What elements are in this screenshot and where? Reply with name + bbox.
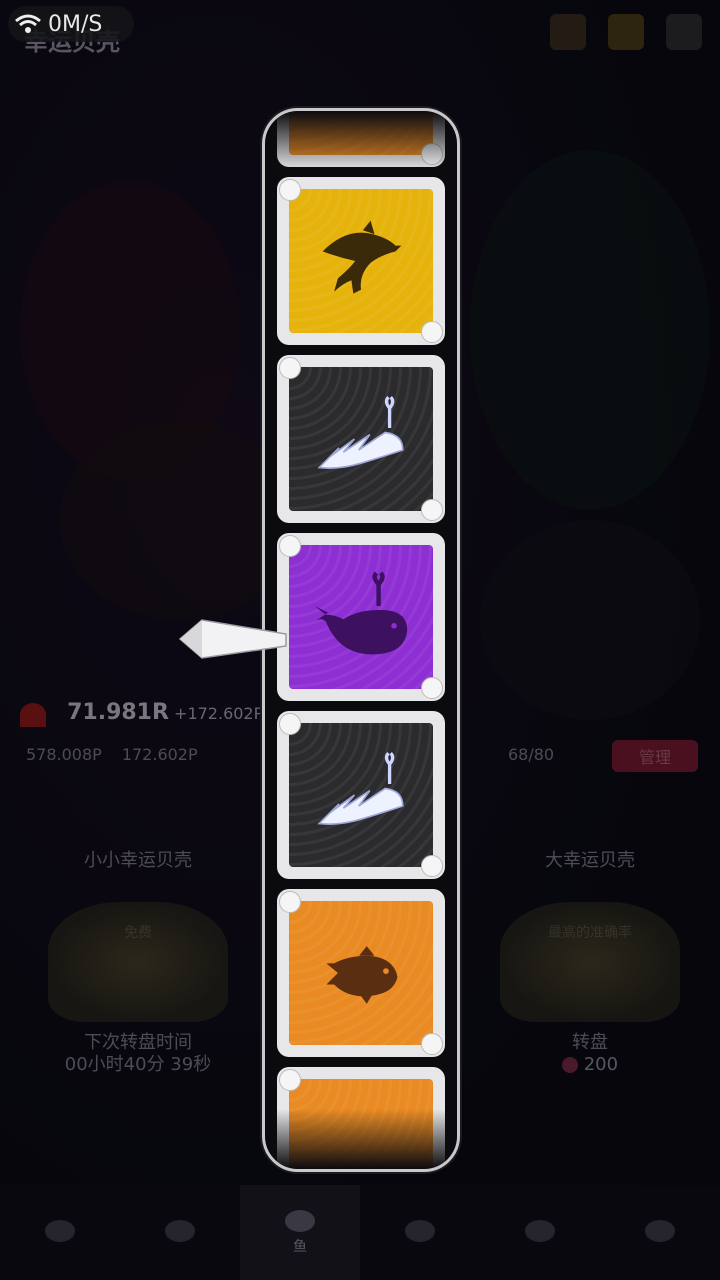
dolphin-icon: [289, 189, 433, 333]
small-shell-panel[interactable]: 小小幸运贝壳 免费 下次转盘时间 00小时40分 39秒: [18, 830, 258, 1130]
panel-title: 小小幸运贝壳: [84, 850, 192, 871]
top-icon-bar: [550, 14, 702, 50]
next-spin-label: 下次转盘时间: [84, 1032, 192, 1053]
shell-corner-icon: [279, 1069, 301, 1091]
reel-card: [277, 711, 445, 879]
shell-corner-icon: [421, 677, 443, 699]
slot-reel[interactable]: [262, 108, 460, 1172]
reel-fade-bottom: [265, 1109, 457, 1169]
score-breakdown: 578.008P 172.602P: [26, 745, 198, 764]
spin-cost: 200: [470, 1054, 710, 1075]
shell-corner-icon: [421, 855, 443, 877]
wifi-icon: [15, 14, 41, 33]
reel-card: [277, 355, 445, 523]
gear-icon[interactable]: [666, 14, 702, 50]
nav-item-1[interactable]: [0, 1185, 120, 1280]
big-shell-panel[interactable]: 大幸运贝壳 最高的准确率 转盘 200: [470, 830, 710, 1130]
shell-corner-icon: [279, 179, 301, 201]
shell-corner-icon: [421, 1033, 443, 1055]
shell-corner-icon: [279, 713, 301, 735]
score-value: 71.981R: [67, 700, 169, 725]
shell-icon: [48, 902, 228, 1022]
nav-item-6[interactable]: [600, 1185, 720, 1280]
nav-item-5[interactable]: [480, 1185, 600, 1280]
shell-corner-icon: [279, 357, 301, 379]
stat-a: 578.008P: [26, 745, 102, 764]
shell-corner-icon: [279, 535, 301, 557]
score-delta: +172.602P: [174, 704, 264, 723]
fish-count: 68/80: [508, 745, 555, 764]
manage-button[interactable]: 管理: [612, 740, 698, 772]
white-whale-icon: [289, 723, 433, 867]
clownfish-icon: [289, 901, 433, 1045]
shell-corner-icon: [279, 891, 301, 913]
bottom-nav: 鱼: [0, 1185, 720, 1280]
next-spin-countdown: 00小时40分 39秒: [64, 1054, 212, 1075]
reel-card: [277, 889, 445, 1057]
nav-item-2[interactable]: [120, 1185, 240, 1280]
nav-icon: [165, 1219, 195, 1242]
stat-b: 172.602P: [121, 745, 198, 764]
nav-icon: [645, 1219, 675, 1242]
whale-icon: [289, 545, 433, 689]
gallery-icon[interactable]: [550, 14, 586, 50]
shell-icon: [500, 902, 680, 1022]
shell-corner-icon: [421, 321, 443, 343]
cart-icon: [525, 1219, 555, 1242]
heart-icon: [20, 702, 46, 727]
nav-item-4[interactable]: [360, 1185, 480, 1280]
reel-fade-top: [265, 111, 457, 171]
spin-cost-value: 200: [583, 1054, 619, 1075]
fish-icon: [285, 1209, 315, 1232]
trophy-icon[interactable]: [608, 14, 644, 50]
score-display: 71.981R +172.602P: [20, 700, 263, 727]
panel-title: 大幸运贝壳: [545, 850, 635, 871]
reel-card: [277, 533, 445, 701]
nav-icon: [405, 1219, 435, 1242]
white-whale-icon: [289, 367, 433, 511]
selector-pointer-icon: [178, 619, 287, 659]
network-speed: 0M/S: [48, 11, 103, 37]
reel-card: [277, 177, 445, 345]
pearl-icon: [561, 1057, 578, 1073]
spin-label: 转盘: [572, 1032, 608, 1053]
nav-icon: [45, 1219, 75, 1242]
network-status: 0M/S: [8, 6, 134, 42]
next-spin-time: 下次转盘时间 00小时40分 39秒: [18, 1032, 258, 1076]
shell-corner-icon: [421, 499, 443, 521]
nav-item-fish[interactable]: 鱼: [240, 1185, 360, 1280]
